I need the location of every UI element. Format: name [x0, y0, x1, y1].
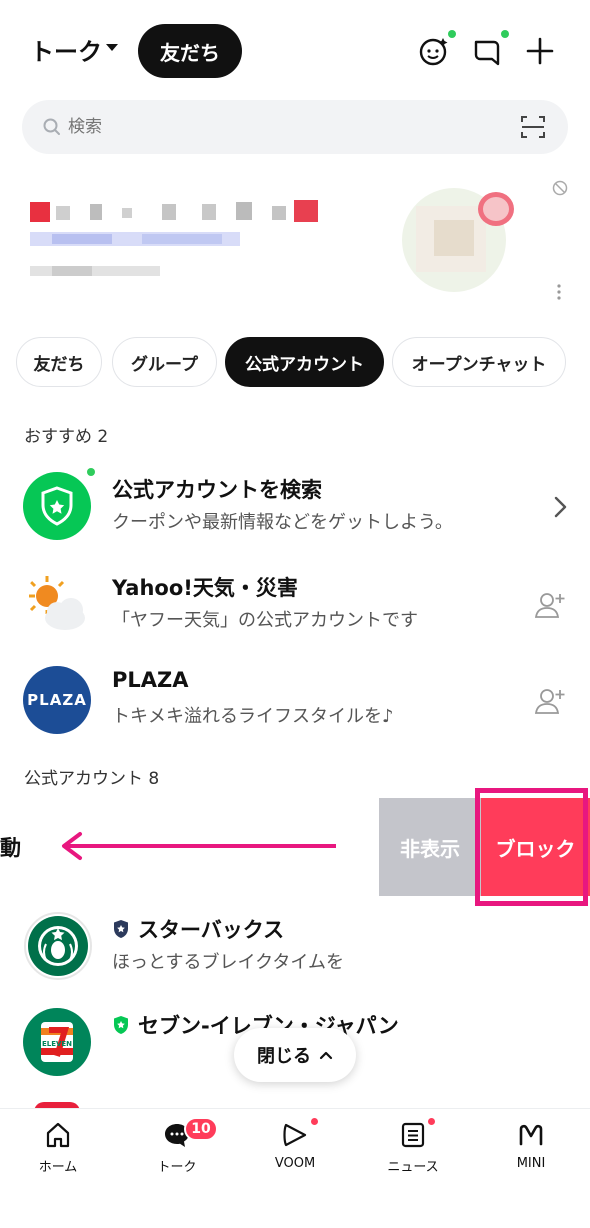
plaza-avatar: PLAZA [23, 666, 91, 734]
news-icon [401, 1122, 425, 1148]
starbucks-logo-icon [28, 916, 88, 976]
official-search-avatar [23, 472, 91, 540]
row-subtitle: クーポンや最新情報などをゲットしよう。 [112, 512, 453, 533]
chip-groups[interactable]: グループ [112, 337, 217, 387]
add-friend-icon[interactable] [534, 590, 566, 620]
new-indicator-dot [87, 468, 95, 476]
home-icon [46, 1122, 70, 1148]
nav-label: ニュース [387, 1160, 439, 1175]
new-indicator-dot [501, 30, 509, 38]
nav-label: トーク [157, 1160, 197, 1175]
list-item[interactable]: スターバックス ほっとするブレイクタイムを [0, 902, 590, 990]
search-bar[interactable] [22, 100, 568, 154]
list-item[interactable]: 公式アカウントを検索 クーポンや最新情報などをゲットしよう。 [0, 462, 590, 550]
chevron-up-icon [319, 1051, 333, 1060]
row-title-text: スターバックス [138, 918, 285, 942]
plus-icon[interactable] [523, 34, 557, 68]
close-button[interactable]: 閉じる [234, 1028, 356, 1082]
add-friend-icon[interactable] [534, 686, 566, 716]
block-highlight-annotation [475, 788, 588, 906]
talk-unread-badge: 10 [184, 1117, 218, 1141]
seven-eleven-avatar: ELEVEN [23, 1008, 91, 1076]
voom-new-dot [311, 1118, 318, 1125]
row-title: 公式アカウントを検索 [112, 478, 322, 502]
voom-icon [283, 1123, 307, 1147]
list-item[interactable]: PLAZA PLAZA トキメキ溢れるライフスタイルを♪ [0, 656, 590, 744]
chip-open-chat[interactable]: オープンチャット [392, 337, 566, 387]
row-title: PLAZA [112, 668, 189, 692]
swiped-row-partial-text: 動 [0, 836, 21, 860]
chip-friends[interactable]: 友だち [16, 337, 102, 387]
row-title: スターバックス [112, 914, 284, 944]
nav-home[interactable]: ホーム [8, 1121, 108, 1181]
caret-down-icon[interactable] [106, 44, 118, 51]
nav-mini[interactable]: MINI [481, 1121, 581, 1181]
verified-shield-icon [114, 1016, 128, 1034]
row-subtitle: 「ヤフー天気」の公式アカウントです [112, 610, 418, 631]
hide-button[interactable]: 非表示 [379, 798, 481, 896]
bottom-nav: ホーム トーク VOOM ニュース MINI [0, 1108, 590, 1228]
row-title: Yahoo!天気・災害 [112, 576, 298, 600]
list-item[interactable]: Yahoo!天気・災害 「ヤフー天気」の公式アカウントです [0, 560, 590, 648]
search-input[interactable] [68, 100, 289, 154]
filter-chips: 友だち グループ 公式アカウント オープンチャット [0, 337, 590, 387]
recommended-section-label: おすすめ 2 [24, 427, 109, 447]
nav-news[interactable]: ニュース [363, 1121, 463, 1181]
news-new-dot [428, 1118, 435, 1125]
nav-label: MINI [516, 1156, 546, 1171]
nav-voom[interactable]: VOOM [245, 1121, 345, 1181]
nav-label: ホーム [38, 1160, 78, 1175]
ad-info-icon[interactable] [552, 180, 568, 196]
chat-bubble-icon[interactable] [470, 34, 504, 68]
talk-dropdown[interactable]: トーク [30, 32, 102, 67]
swipe-left-arrow-annotation [62, 832, 336, 860]
starbucks-avatar [24, 912, 92, 980]
plaza-logo-text: PLAZA [27, 691, 87, 709]
nav-label: VOOM [274, 1156, 316, 1171]
new-indicator-dot [448, 30, 456, 38]
face-sparkle-icon[interactable] [417, 34, 451, 68]
official-section-label: 公式アカウント 8 [24, 769, 160, 789]
weather-sun-cloud-icon [29, 576, 85, 630]
chevron-right-icon[interactable] [550, 492, 570, 522]
top-header: トーク 友だち [0, 22, 590, 78]
row-subtitle: ほっとするブレイクタイムを [112, 952, 345, 973]
qr-scan-icon[interactable] [520, 114, 546, 140]
shield-star-icon [41, 486, 73, 526]
friends-tab-pill[interactable]: 友だち [138, 24, 242, 78]
seven-eleven-logo-text: ELEVEN [42, 1040, 72, 1048]
mini-icon [519, 1124, 543, 1146]
close-label: 閉じる [257, 1046, 311, 1067]
search-icon [43, 118, 60, 135]
more-vertical-icon[interactable] [557, 284, 561, 300]
ad-banner[interactable] [22, 180, 572, 310]
seven-eleven-logo-icon: ELEVEN [41, 1022, 73, 1062]
row-subtitle: トキメキ溢れるライフスタイルを♪ [112, 706, 394, 727]
verified-shield-icon [114, 920, 128, 938]
chip-official-accounts[interactable]: 公式アカウント [225, 337, 384, 387]
yahoo-weather-avatar [23, 570, 91, 638]
